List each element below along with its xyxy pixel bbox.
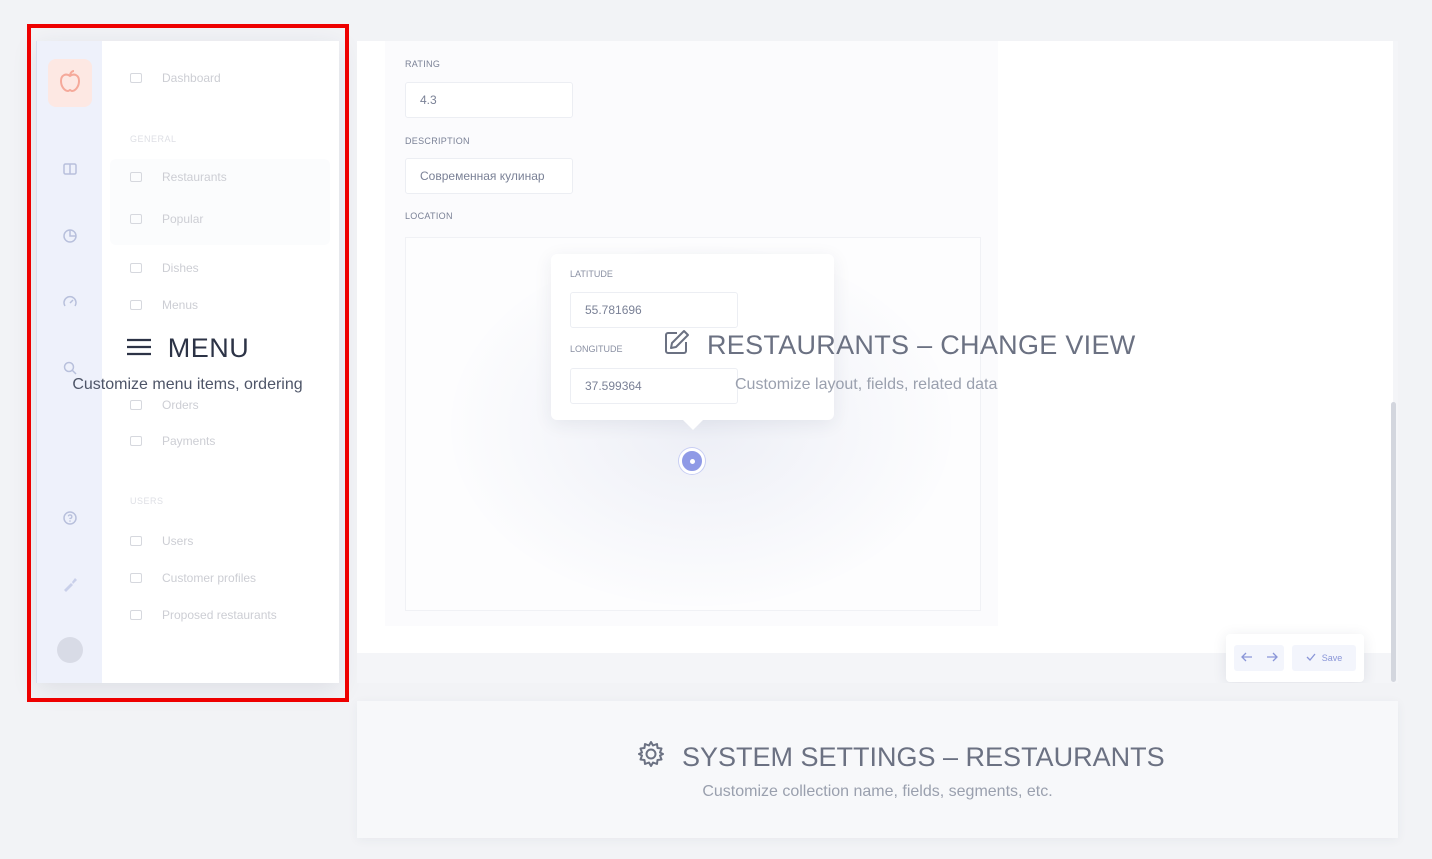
longitude-label: LONGITUDE <box>570 344 623 354</box>
nav-item-label: Users <box>162 534 194 548</box>
nav-item-customer-profiles[interactable]: Customer profiles <box>130 568 256 588</box>
folder-icon <box>130 300 142 310</box>
save-button[interactable]: Save <box>1292 645 1356 671</box>
rail-gauge-icon[interactable] <box>60 292 80 312</box>
home-icon <box>130 172 142 182</box>
undo-icon[interactable] <box>1240 649 1253 667</box>
nav-item-dishes[interactable]: Dishes <box>130 258 199 278</box>
nav-item-proposed-restaurants[interactable]: Proposed restaurants <box>130 605 277 625</box>
nav-item-popular[interactable]: Popular <box>130 209 203 229</box>
card-icon <box>130 436 142 446</box>
nav-item-orders[interactable]: Orders <box>130 395 199 415</box>
nav-item-label: Dashboard <box>162 71 221 85</box>
gear-icon <box>636 739 666 776</box>
users-icon <box>130 536 142 546</box>
rating-input[interactable]: 4.3 <box>405 82 573 118</box>
nav-item-label: Orders <box>162 398 199 412</box>
nav-item-label: Popular <box>162 212 204 226</box>
description-label: DESCRIPTION <box>405 136 470 146</box>
rail-help-icon[interactable] <box>60 508 80 528</box>
nav-item-menus[interactable]: Menus <box>130 295 198 315</box>
rail-brush-icon[interactable] <box>60 574 80 594</box>
redo-icon[interactable] <box>1266 649 1278 667</box>
rail-chart-icon[interactable] <box>60 226 80 246</box>
location-label: LOCATION <box>405 211 453 221</box>
menu-title: MENU <box>36 333 339 364</box>
nav-item-label: Customer profiles <box>162 571 257 585</box>
menu-panel: Dashboard GENERAL Restaurants Popular Di… <box>36 41 339 683</box>
inbox-icon <box>130 610 142 620</box>
nav-section-general: GENERAL <box>130 134 177 144</box>
system-settings-panel: SYSTEM SETTINGS – RESTAURANTS Customize … <box>357 701 1398 838</box>
change-view-title-text: RESTAURANTS – CHANGE VIEW <box>707 330 1136 360</box>
menu-subtitle: Customize menu items, ordering <box>72 376 303 393</box>
profile-icon <box>130 573 142 583</box>
avatar[interactable] <box>57 637 83 663</box>
scrollbar[interactable] <box>1391 402 1396 682</box>
description-input[interactable]: Современная кулинар <box>405 158 573 194</box>
hamburger-icon <box>126 333 152 364</box>
latitude-label: LATITUDE <box>570 269 613 279</box>
apple-icon <box>59 69 81 98</box>
menu-title-text: MENU <box>167 333 250 363</box>
action-bar: Save <box>1226 634 1364 682</box>
settings-title: SYSTEM SETTINGS – RESTAURANTS <box>636 739 1165 776</box>
nav-item-label: Menus <box>162 298 199 312</box>
nav-item-label: Restaurants <box>162 170 227 184</box>
change-view-panel: RATING 4.3 DESCRIPTION Современная кулин… <box>357 41 1398 683</box>
app-logo[interactable] <box>48 59 92 107</box>
nav-section-users: USERS <box>130 496 164 506</box>
rail-dashboard-icon[interactable] <box>60 159 80 179</box>
dashboard-icon <box>130 73 142 83</box>
latitude-input[interactable]: 55.781696 <box>570 292 738 328</box>
menu-overlay: MENU Customize menu items, ordering <box>36 333 339 394</box>
cart-icon <box>130 400 142 410</box>
settings-title-text: SYSTEM SETTINGS – RESTAURANTS <box>682 742 1165 772</box>
edit-icon <box>663 328 691 363</box>
nav-item-label: Proposed restaurants <box>162 608 277 622</box>
dish-icon <box>130 263 142 273</box>
longitude-input[interactable]: 37.599364 <box>570 368 738 404</box>
change-view-title: RESTAURANTS – CHANGE VIEW <box>663 328 1136 363</box>
undo-redo-group <box>1234 645 1284 671</box>
rating-label: RATING <box>405 59 441 69</box>
nav-item-restaurants[interactable]: Restaurants <box>130 167 227 187</box>
check-icon <box>1306 653 1316 663</box>
nav-item-payments[interactable]: Payments <box>130 431 215 451</box>
nav-item-dashboard[interactable]: Dashboard <box>130 68 221 88</box>
save-label: Save <box>1321 653 1343 663</box>
nav-item-label: Dishes <box>162 261 199 275</box>
map-marker-icon[interactable] <box>679 448 705 474</box>
nav-item-users[interactable]: Users <box>130 531 193 551</box>
star-icon <box>130 214 142 224</box>
change-view-subtitle: Customize layout, fields, related data <box>735 376 998 393</box>
settings-subtitle: Customize collection name, fields, segme… <box>702 783 1053 800</box>
nav-item-label: Payments <box>162 434 216 448</box>
